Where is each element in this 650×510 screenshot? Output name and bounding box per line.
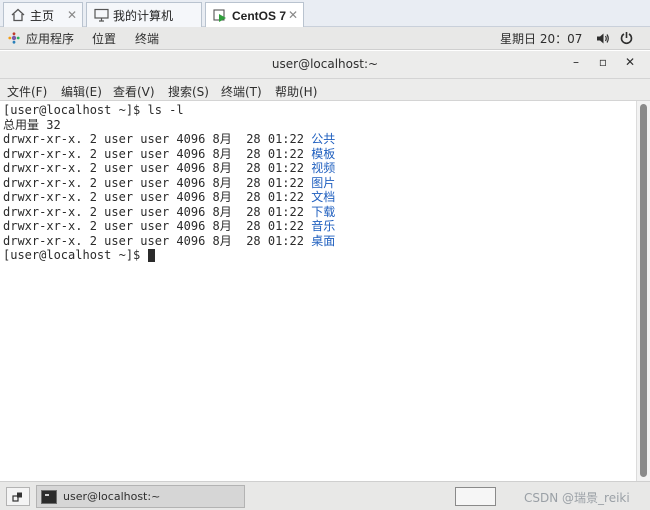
speaker-icon[interactable] xyxy=(596,32,610,48)
directory-name: 图片 xyxy=(311,175,336,190)
show-desktop-icon xyxy=(12,492,22,502)
maximize-button[interactable]: ▫ xyxy=(593,55,613,73)
clock[interactable]: 星期日 20：07 xyxy=(500,30,582,47)
command-line: [user@localhost ~]$ ls -l xyxy=(3,103,184,118)
total-line: 总用量 32 xyxy=(3,117,61,132)
menubar: 文件(F) 编辑(E) 查看(V) 搜索(S) 终端(T) 帮助(H) xyxy=(0,79,650,101)
places-menu[interactable]: 位置 xyxy=(92,30,116,47)
close-icon[interactable]: ✕ xyxy=(67,8,77,22)
show-desktop-button[interactable] xyxy=(6,487,30,506)
taskbar-terminal-label: user@localhost:~ xyxy=(63,490,161,503)
tab-centos-label: CentOS 7 xyxy=(232,8,287,23)
menu-view[interactable]: 查看(V) xyxy=(113,83,155,100)
watermark: CSDN @瑞景_reiki xyxy=(524,491,630,505)
terminal-menu[interactable]: 终端 xyxy=(135,30,159,47)
menu-search[interactable]: 搜索(S) xyxy=(168,83,209,100)
applications-icon xyxy=(8,32,20,47)
menu-help[interactable]: 帮助(H) xyxy=(275,83,317,100)
menu-file[interactable]: 文件(F) xyxy=(7,83,47,100)
list-item: drwxr-xr-x. 2 user user 4096 8月 28 01:22… xyxy=(3,204,336,219)
text-cursor xyxy=(147,249,155,262)
tab-my-computer-label: 我的计算机 xyxy=(113,8,174,23)
tab-my-computer[interactable]: 我的计算机 xyxy=(86,2,202,27)
close-icon[interactable]: ✕ xyxy=(288,8,298,22)
vm-play-icon xyxy=(212,8,228,24)
computer-icon xyxy=(93,7,109,23)
scrollbar-thumb[interactable] xyxy=(640,104,647,477)
list-item: drwxr-xr-x. 2 user user 4096 8月 28 01:22… xyxy=(3,175,336,190)
window-title: user@localhost:~ xyxy=(271,57,379,71)
directory-name: 桌面 xyxy=(311,233,336,248)
bottom-taskbar: user@localhost:~ CSDN @瑞景_reiki xyxy=(0,481,650,510)
applications-menu[interactable]: 应用程序 xyxy=(26,30,74,47)
prompt: [user@localhost ~]$ xyxy=(3,248,148,262)
directory-name: 视频 xyxy=(311,161,336,175)
taskbar-terminal-button[interactable]: user@localhost:~ xyxy=(36,485,245,508)
tab-centos[interactable]: CentOS 7 ✕ xyxy=(205,2,304,28)
terminal-icon xyxy=(41,489,57,504)
terminal-output[interactable]: [user@localhost ~]$ ls -l 总用量 32 drwxr-x… xyxy=(0,101,636,481)
vm-tab-bar: 主页 ✕ 我的计算机 CentOS 7 ✕ xyxy=(0,0,650,28)
tab-home-label: 主页 xyxy=(30,8,55,23)
list-item: drwxr-xr-x. 2 user user 4096 8月 28 01:22… xyxy=(3,233,336,248)
list-item: drwxr-xr-x. 2 user user 4096 8月 28 01:22… xyxy=(3,146,336,161)
directory-name: 文档 xyxy=(311,190,336,204)
menu-edit[interactable]: 编辑(E) xyxy=(61,83,102,100)
tab-home[interactable]: 主页 ✕ xyxy=(3,2,83,27)
list-item: drwxr-xr-x. 2 user user 4096 8月 28 01:22… xyxy=(3,161,336,175)
final-prompt-line: [user@localhost ~]$ xyxy=(3,248,155,263)
command: ls -l xyxy=(147,103,184,117)
prompt: [user@localhost ~]$ xyxy=(3,103,148,117)
directory-name: 公共 xyxy=(311,132,336,146)
workspace-switcher[interactable] xyxy=(455,487,496,506)
top-panel: 应用程序 位置 终端 星期日 20：07 xyxy=(0,27,650,50)
directory-name: 音乐 xyxy=(311,219,336,233)
home-icon xyxy=(10,7,26,23)
power-icon[interactable] xyxy=(620,31,633,48)
list-item: drwxr-xr-x. 2 user user 4096 8月 28 01:22… xyxy=(3,219,336,233)
list-item: drwxr-xr-x. 2 user user 4096 8月 28 01:22… xyxy=(3,132,336,146)
menu-terminal[interactable]: 终端(T) xyxy=(221,83,262,100)
window-titlebar[interactable]: user@localhost:~ – ▫ ✕ xyxy=(0,51,650,79)
directory-name: 下载 xyxy=(311,204,336,219)
close-button[interactable]: ✕ xyxy=(620,55,640,73)
list-item: drwxr-xr-x. 2 user user 4096 8月 28 01:22… xyxy=(3,190,336,204)
minimize-button[interactable]: – xyxy=(566,55,586,73)
terminal-scrollbar[interactable] xyxy=(636,101,650,481)
directory-name: 模板 xyxy=(311,146,336,161)
